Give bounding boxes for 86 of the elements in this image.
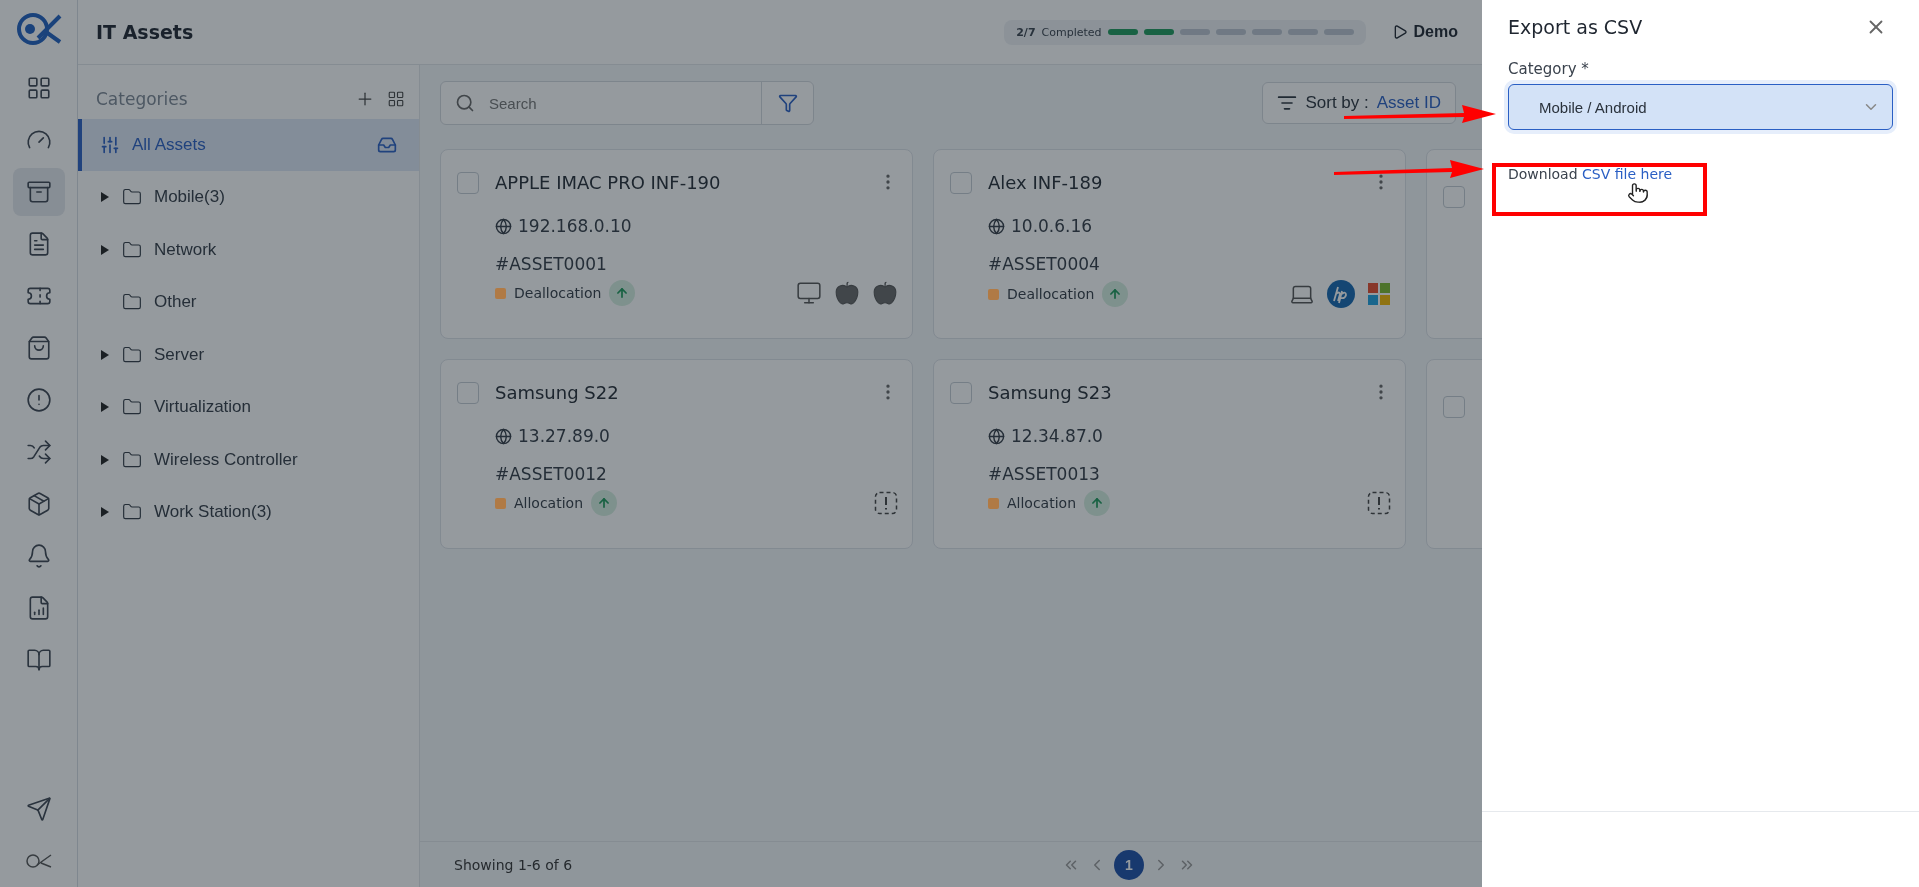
caret-icon [100, 191, 110, 204]
showing-count: Showing 1-6 of 6 [454, 856, 574, 873]
category-item[interactable]: Work Station(3) [78, 486, 419, 539]
search-icon [455, 93, 475, 113]
checkbox[interactable] [457, 382, 479, 404]
inbox-icon [377, 135, 397, 155]
asset-id: #ASSET0004 [988, 254, 1100, 274]
asset-name: Samsung S23 [988, 382, 1112, 405]
send-icon [25, 796, 52, 822]
grid-plus-icon [25, 75, 52, 101]
status-label: Deallocation [514, 285, 602, 301]
alert-icon [1367, 491, 1391, 515]
category-item[interactable]: Server [78, 328, 419, 381]
ip-address: 10.0.6.16 [1011, 216, 1093, 236]
filter-icon [777, 93, 798, 113]
alert-icon [874, 491, 898, 515]
asset-id: #ASSET0013 [988, 464, 1100, 484]
hp-logo-icon [1327, 280, 1355, 308]
folder-icon [122, 344, 142, 365]
caret-icon [100, 401, 110, 414]
grid-icon[interactable] [387, 90, 405, 108]
asset-id: #ASSET0012 [495, 464, 607, 484]
demo-button[interactable]: Demo [1385, 22, 1464, 42]
bag-icon [25, 335, 52, 361]
asset-name: Samsung S22 [495, 382, 619, 405]
archive-icon [25, 179, 52, 205]
status-label: Allocation [514, 495, 583, 511]
nav-item[interactable] [12, 168, 65, 216]
caret-icon [100, 348, 110, 361]
download-text: Download CSV file here [1508, 166, 1674, 182]
globe-icon [988, 217, 1005, 235]
ip-address: 12.34.87.0 [1011, 426, 1103, 446]
sort-button[interactable]: Sort by : Asset ID [1262, 82, 1456, 124]
shuffle-icon [25, 439, 52, 465]
asset-card[interactable]: Samsung S22 13.27.89.0 #ASSET0012 Allocation [440, 359, 913, 549]
page-title: IT Assets [96, 21, 195, 43]
asset-name: Alex INF-189 [988, 172, 1103, 195]
caret-icon [100, 506, 110, 519]
drawer-title: Export as CSV [1508, 16, 1643, 38]
category-item[interactable]: Other [78, 276, 419, 329]
category-item[interactable]: Wireless Controller [78, 433, 419, 486]
asset-card[interactable]: Alex INF-189 10.0.6.16 #ASSET0004 Deallocation [933, 149, 1406, 339]
category-item[interactable]: Network [78, 223, 419, 276]
checkbox[interactable] [457, 172, 479, 194]
ip-address: 192.168.0.10 [518, 216, 632, 236]
progress-count: 2/7 [1016, 25, 1036, 39]
sort-icon [1277, 93, 1298, 113]
logo-icon [15, 12, 62, 46]
progress-label: Completed [1041, 25, 1102, 39]
status-label: Allocation [1007, 495, 1076, 511]
field-label: Category * [1508, 60, 1590, 78]
search-bar[interactable]: Search [440, 81, 814, 125]
checkbox[interactable] [1443, 396, 1465, 418]
asset-card[interactable]: APPLE IMAC PRO INF-190 192.168.0.10 #ASSET0001 Deallocation [440, 149, 913, 339]
apple-logo-icon [872, 280, 898, 306]
book-icon [25, 647, 52, 673]
ip-address: 13.27.89.0 [518, 426, 610, 446]
caret-icon [100, 453, 110, 466]
caret-icon [100, 243, 110, 256]
asset-id: #ASSET0001 [495, 254, 607, 274]
globe-icon [495, 217, 512, 235]
globe-icon [495, 427, 512, 445]
csv-link[interactable]: CSV file here [1582, 166, 1673, 182]
alert-icon [25, 387, 52, 413]
asset-name: APPLE IMAC PRO INF-190 [495, 172, 721, 195]
sliders-icon [100, 135, 120, 155]
package-icon [25, 491, 52, 517]
hand-cursor-icon [1627, 182, 1649, 204]
checkbox[interactable] [950, 172, 972, 194]
page-button[interactable]: 1 [1114, 849, 1144, 880]
globe-icon [988, 427, 1005, 445]
checkbox[interactable] [1443, 186, 1465, 208]
categories-title: Categories [96, 89, 189, 109]
asset-card[interactable]: Samsung S23 12.34.87.0 #ASSET0013 Allocation [933, 359, 1406, 549]
category-item[interactable]: Mobile(3) [78, 171, 419, 224]
checkbox[interactable] [950, 382, 972, 404]
category-item[interactable]: Virtualization [78, 381, 419, 434]
folder-icon [122, 449, 142, 470]
search-field[interactable]: Search [487, 93, 761, 113]
status-label: Deallocation [1007, 286, 1095, 302]
apple-logo-icon [834, 280, 860, 306]
monitor-icon [796, 280, 822, 306]
logo-mark-icon [24, 853, 53, 869]
all-assets-item[interactable]: All Assets [78, 119, 419, 171]
windows-logo-icon [1367, 282, 1391, 306]
folder-icon [122, 239, 142, 260]
